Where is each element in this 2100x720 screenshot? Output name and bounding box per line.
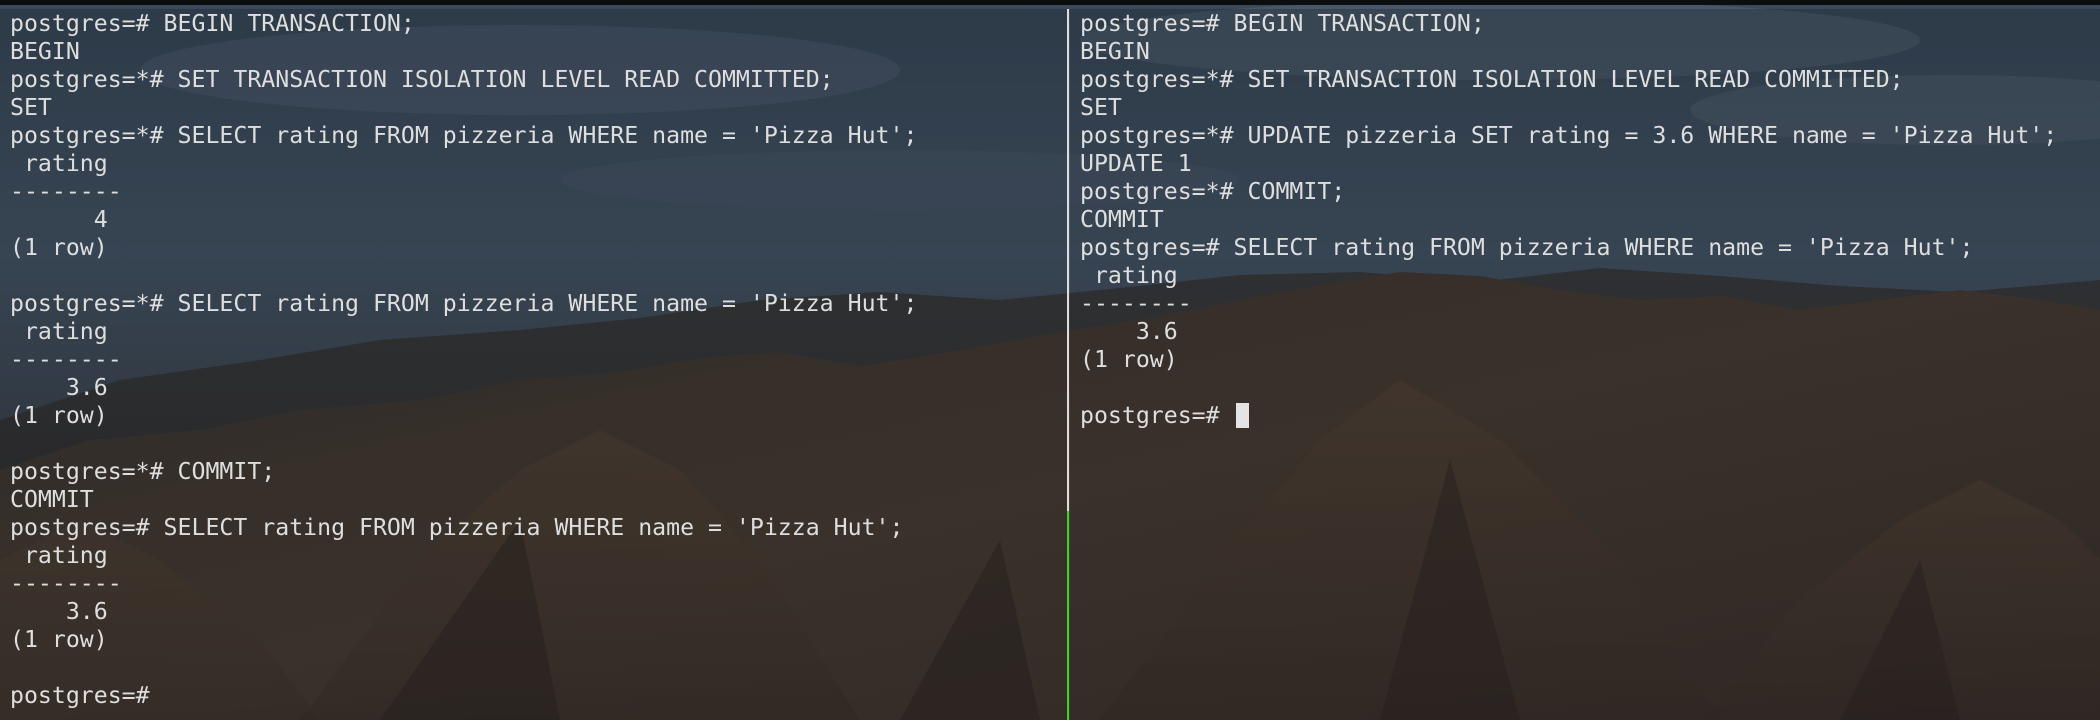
terminal-line: (1 row) [10,402,108,429]
terminal-line: (1 row) [10,626,108,653]
terminal-line: postgres=# SELECT rating FROM pizzeria W… [1080,234,1974,261]
pane-divider[interactable] [1067,9,1069,720]
terminal-line: COMMIT [10,486,94,513]
terminal-line: SET [10,94,52,121]
terminal-pane-right[interactable]: postgres=# BEGIN TRANSACTION; BEGIN postgr… [1070,9,2100,720]
terminal-line: -------- [10,570,122,597]
terminal-line: rating [10,318,108,345]
terminal-line: UPDATE 1 [1080,150,1192,177]
terminal-prompt-line[interactable]: postgres=# [1070,402,2100,430]
terminal-line: -------- [10,178,122,205]
terminal-line: SET [1080,94,1122,121]
terminal-line: 3.6 [10,374,108,401]
terminal-line: (1 row) [10,234,108,261]
terminal-line: postgres=# BEGIN TRANSACTION; [1080,10,1485,37]
terminal-line: rating [10,150,108,177]
terminal-line: postgres=*# SELECT rating FROM pizzeria … [10,122,918,149]
terminal-line: -------- [1080,290,1192,317]
terminal-line: postgres=# [10,682,164,709]
terminal-output-left: postgres=# BEGIN TRANSACTION; BEGIN postgr… [0,9,1067,710]
pane-divider-active [1067,511,1069,720]
terminal-line: postgres=*# UPDATE pizzeria SET rating =… [1080,122,2058,149]
terminal-line: 3.6 [10,598,108,625]
top-bar [0,0,2100,5]
terminal-pane-left[interactable]: postgres=# BEGIN TRANSACTION; BEGIN postgr… [0,9,1067,720]
terminal-line: postgres=*# SET TRANSACTION ISOLATION LE… [1080,66,1904,93]
terminal-line: postgres=*# SET TRANSACTION ISOLATION LE… [10,66,834,93]
terminal-output-right: postgres=# BEGIN TRANSACTION; BEGIN postgr… [1070,9,2100,402]
terminal-line: postgres=*# COMMIT; [1080,178,1346,205]
pane-divider-inactive [1067,9,1069,511]
terminal-line: -------- [10,346,122,373]
terminal-cursor [1235,403,1249,428]
terminal-line: 4 [10,206,108,233]
terminal-line: BEGIN [10,38,80,65]
terminal-line: postgres=# SELECT rating FROM pizzeria W… [10,514,904,541]
terminal-line: rating [1080,262,1178,289]
terminal-line: BEGIN [1080,38,1150,65]
terminal-line: (1 row) [1080,346,1178,373]
terminal-line: rating [10,542,108,569]
terminal-line: postgres=*# COMMIT; [10,458,276,485]
desktop-screen: postgres=# BEGIN TRANSACTION; BEGIN postgr… [0,0,2100,720]
terminal-line: postgres=*# SELECT rating FROM pizzeria … [10,290,918,317]
terminal-line: COMMIT [1080,206,1164,233]
prompt-text: postgres=# [1080,402,1234,429]
terminal-line: postgres=# BEGIN TRANSACTION; [10,10,415,37]
terminal-line: 3.6 [1080,318,1178,345]
